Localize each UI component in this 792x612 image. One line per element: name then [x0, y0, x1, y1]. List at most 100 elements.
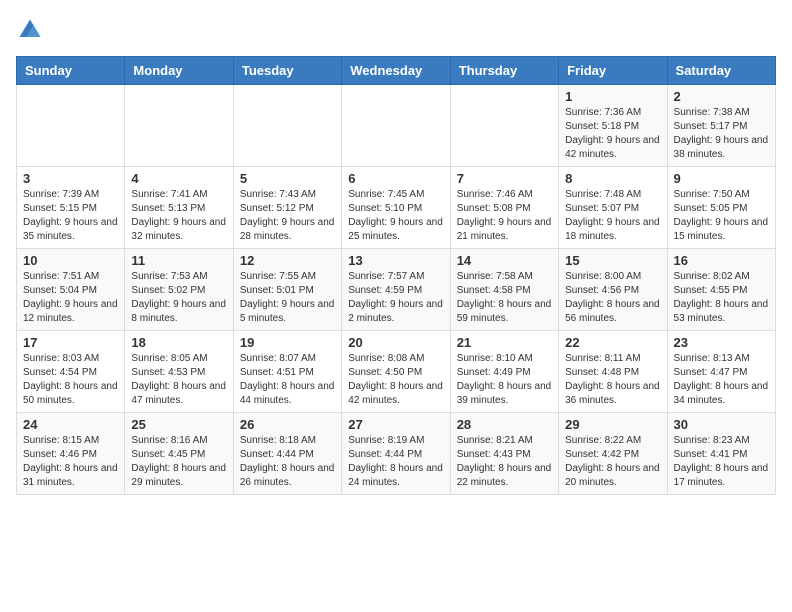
calendar-cell: 27 Sunrise: 8:19 AM Sunset: 4:44 PM Dayli…: [342, 413, 450, 495]
day-number: 23: [674, 335, 769, 350]
weekday-header-monday: Monday: [125, 57, 233, 85]
day-number: 3: [23, 171, 118, 186]
calendar-week-row: 3 Sunrise: 7:39 AM Sunset: 5:15 PM Daylig…: [17, 167, 776, 249]
day-number: 10: [23, 253, 118, 268]
day-info: Sunrise: 7:43 AM Sunset: 5:12 PM Dayligh…: [240, 188, 335, 244]
calendar-cell: [125, 85, 233, 167]
calendar-cell: 10 Sunrise: 7:51 AM Sunset: 5:04 PM Dayli…: [17, 249, 125, 331]
day-number: 29: [565, 417, 660, 432]
calendar-cell: 3 Sunrise: 7:39 AM Sunset: 5:15 PM Daylig…: [17, 167, 125, 249]
calendar-cell: 6 Sunrise: 7:45 AM Sunset: 5:10 PM Daylig…: [342, 167, 450, 249]
calendar-cell: 30Sunrise: 8:23 AM Sunset: 4:41 PM Dayli…: [667, 413, 775, 495]
day-number: 13: [348, 253, 443, 268]
calendar-cell: 8 Sunrise: 7:48 AM Sunset: 5:07 PM Daylig…: [559, 167, 667, 249]
day-number: 26: [240, 417, 335, 432]
day-number: 5: [240, 171, 335, 186]
weekday-header-sunday: Sunday: [17, 57, 125, 85]
calendar-cell: 21 Sunrise: 8:10 AM Sunset: 4:49 PM Dayli…: [450, 331, 558, 413]
day-number: 28: [457, 417, 552, 432]
logo: [16, 16, 48, 44]
weekday-header-tuesday: Tuesday: [233, 57, 341, 85]
weekday-header-thursday: Thursday: [450, 57, 558, 85]
day-info: Sunrise: 7:53 AM Sunset: 5:02 PM Dayligh…: [131, 270, 226, 326]
calendar-table: SundayMondayTuesdayWednesdayThursdayFrid…: [16, 56, 776, 495]
day-info: Sunrise: 7:41 AM Sunset: 5:13 PM Dayligh…: [131, 188, 226, 244]
weekday-header-saturday: Saturday: [667, 57, 775, 85]
day-info: Sunrise: 8:21 AM Sunset: 4:43 PM Dayligh…: [457, 434, 552, 490]
calendar-cell: [450, 85, 558, 167]
day-info: Sunrise: 7:51 AM Sunset: 5:04 PM Dayligh…: [23, 270, 118, 326]
day-number: 15: [565, 253, 660, 268]
calendar-header-row: SundayMondayTuesdayWednesdayThursdayFrid…: [17, 57, 776, 85]
day-info: Sunrise: 8:19 AM Sunset: 4:44 PM Dayligh…: [348, 434, 443, 490]
day-number: 17: [23, 335, 118, 350]
day-number: 8: [565, 171, 660, 186]
calendar-week-row: 10 Sunrise: 7:51 AM Sunset: 5:04 PM Dayli…: [17, 249, 776, 331]
day-number: 11: [131, 253, 226, 268]
calendar-cell: 7 Sunrise: 7:46 AM Sunset: 5:08 PM Daylig…: [450, 167, 558, 249]
day-number: 1: [565, 89, 660, 104]
day-info: Sunrise: 8:13 AM Sunset: 4:47 PM Dayligh…: [674, 352, 769, 408]
calendar-cell: 1 Sunrise: 7:36 AM Sunset: 5:18 PM Daylig…: [559, 85, 667, 167]
weekday-header-friday: Friday: [559, 57, 667, 85]
day-number: 25: [131, 417, 226, 432]
day-info: Sunrise: 8:16 AM Sunset: 4:45 PM Dayligh…: [131, 434, 226, 490]
day-number: 24: [23, 417, 118, 432]
calendar-cell: 5 Sunrise: 7:43 AM Sunset: 5:12 PM Daylig…: [233, 167, 341, 249]
day-info: Sunrise: 8:00 AM Sunset: 4:56 PM Dayligh…: [565, 270, 660, 326]
day-info: Sunrise: 8:23 AM Sunset: 4:41 PM Dayligh…: [674, 434, 769, 490]
day-info: Sunrise: 7:58 AM Sunset: 4:58 PM Dayligh…: [457, 270, 552, 326]
calendar-week-row: 17 Sunrise: 8:03 AM Sunset: 4:54 PM Dayli…: [17, 331, 776, 413]
day-info: Sunrise: 8:22 AM Sunset: 4:42 PM Dayligh…: [565, 434, 660, 490]
day-number: 7: [457, 171, 552, 186]
calendar-cell: 19 Sunrise: 8:07 AM Sunset: 4:51 PM Dayli…: [233, 331, 341, 413]
calendar-cell: 24 Sunrise: 8:15 AM Sunset: 4:46 PM Dayli…: [17, 413, 125, 495]
day-info: Sunrise: 7:39 AM Sunset: 5:15 PM Dayligh…: [23, 188, 118, 244]
day-number: 22: [565, 335, 660, 350]
day-number: 18: [131, 335, 226, 350]
day-info: Sunrise: 8:02 AM Sunset: 4:55 PM Dayligh…: [674, 270, 769, 326]
day-info: Sunrise: 8:15 AM Sunset: 4:46 PM Dayligh…: [23, 434, 118, 490]
day-info: Sunrise: 7:57 AM Sunset: 4:59 PM Dayligh…: [348, 270, 443, 326]
calendar-cell: 14 Sunrise: 7:58 AM Sunset: 4:58 PM Dayli…: [450, 249, 558, 331]
calendar-cell: 18Sunrise: 8:05 AM Sunset: 4:53 PM Dayli…: [125, 331, 233, 413]
page-header: [16, 16, 776, 44]
calendar-week-row: 1 Sunrise: 7:36 AM Sunset: 5:18 PM Daylig…: [17, 85, 776, 167]
day-number: 19: [240, 335, 335, 350]
day-number: 27: [348, 417, 443, 432]
calendar-cell: 20 Sunrise: 8:08 AM Sunset: 4:50 PM Dayli…: [342, 331, 450, 413]
logo-icon: [16, 16, 44, 44]
day-number: 6: [348, 171, 443, 186]
day-info: Sunrise: 7:48 AM Sunset: 5:07 PM Dayligh…: [565, 188, 660, 244]
day-info: Sunrise: 7:38 AM Sunset: 5:17 PM Dayligh…: [674, 106, 769, 162]
day-info: Sunrise: 8:03 AM Sunset: 4:54 PM Dayligh…: [23, 352, 118, 408]
day-info: Sunrise: 7:50 AM Sunset: 5:05 PM Dayligh…: [674, 188, 769, 244]
calendar-cell: 29 Sunrise: 8:22 AM Sunset: 4:42 PM Dayli…: [559, 413, 667, 495]
calendar-cell: 2 Sunrise: 7:38 AM Sunset: 5:17 PM Daylig…: [667, 85, 775, 167]
calendar-week-row: 24 Sunrise: 8:15 AM Sunset: 4:46 PM Dayli…: [17, 413, 776, 495]
day-number: 12: [240, 253, 335, 268]
day-info: Sunrise: 8:08 AM Sunset: 4:50 PM Dayligh…: [348, 352, 443, 408]
day-number: 2: [674, 89, 769, 104]
calendar-cell: 22Sunrise: 8:11 AM Sunset: 4:48 PM Dayli…: [559, 331, 667, 413]
day-info: Sunrise: 7:46 AM Sunset: 5:08 PM Dayligh…: [457, 188, 552, 244]
calendar-cell: 12Sunrise: 7:55 AM Sunset: 5:01 PM Dayli…: [233, 249, 341, 331]
calendar-cell: 4Sunrise: 7:41 AM Sunset: 5:13 PM Daylig…: [125, 167, 233, 249]
calendar-cell: 23 Sunrise: 8:13 AM Sunset: 4:47 PM Dayli…: [667, 331, 775, 413]
day-number: 16: [674, 253, 769, 268]
day-info: Sunrise: 8:07 AM Sunset: 4:51 PM Dayligh…: [240, 352, 335, 408]
day-number: 14: [457, 253, 552, 268]
day-info: Sunrise: 8:18 AM Sunset: 4:44 PM Dayligh…: [240, 434, 335, 490]
day-info: Sunrise: 7:45 AM Sunset: 5:10 PM Dayligh…: [348, 188, 443, 244]
calendar-cell: 9Sunrise: 7:50 AM Sunset: 5:05 PM Daylig…: [667, 167, 775, 249]
calendar-cell: 15 Sunrise: 8:00 AM Sunset: 4:56 PM Dayli…: [559, 249, 667, 331]
day-info: Sunrise: 7:36 AM Sunset: 5:18 PM Dayligh…: [565, 106, 660, 162]
weekday-header-wednesday: Wednesday: [342, 57, 450, 85]
calendar-cell: 13 Sunrise: 7:57 AM Sunset: 4:59 PM Dayli…: [342, 249, 450, 331]
day-number: 21: [457, 335, 552, 350]
day-number: 20: [348, 335, 443, 350]
day-info: Sunrise: 8:10 AM Sunset: 4:49 PM Dayligh…: [457, 352, 552, 408]
calendar-cell: [233, 85, 341, 167]
calendar-cell: 17 Sunrise: 8:03 AM Sunset: 4:54 PM Dayli…: [17, 331, 125, 413]
calendar-cell: [342, 85, 450, 167]
